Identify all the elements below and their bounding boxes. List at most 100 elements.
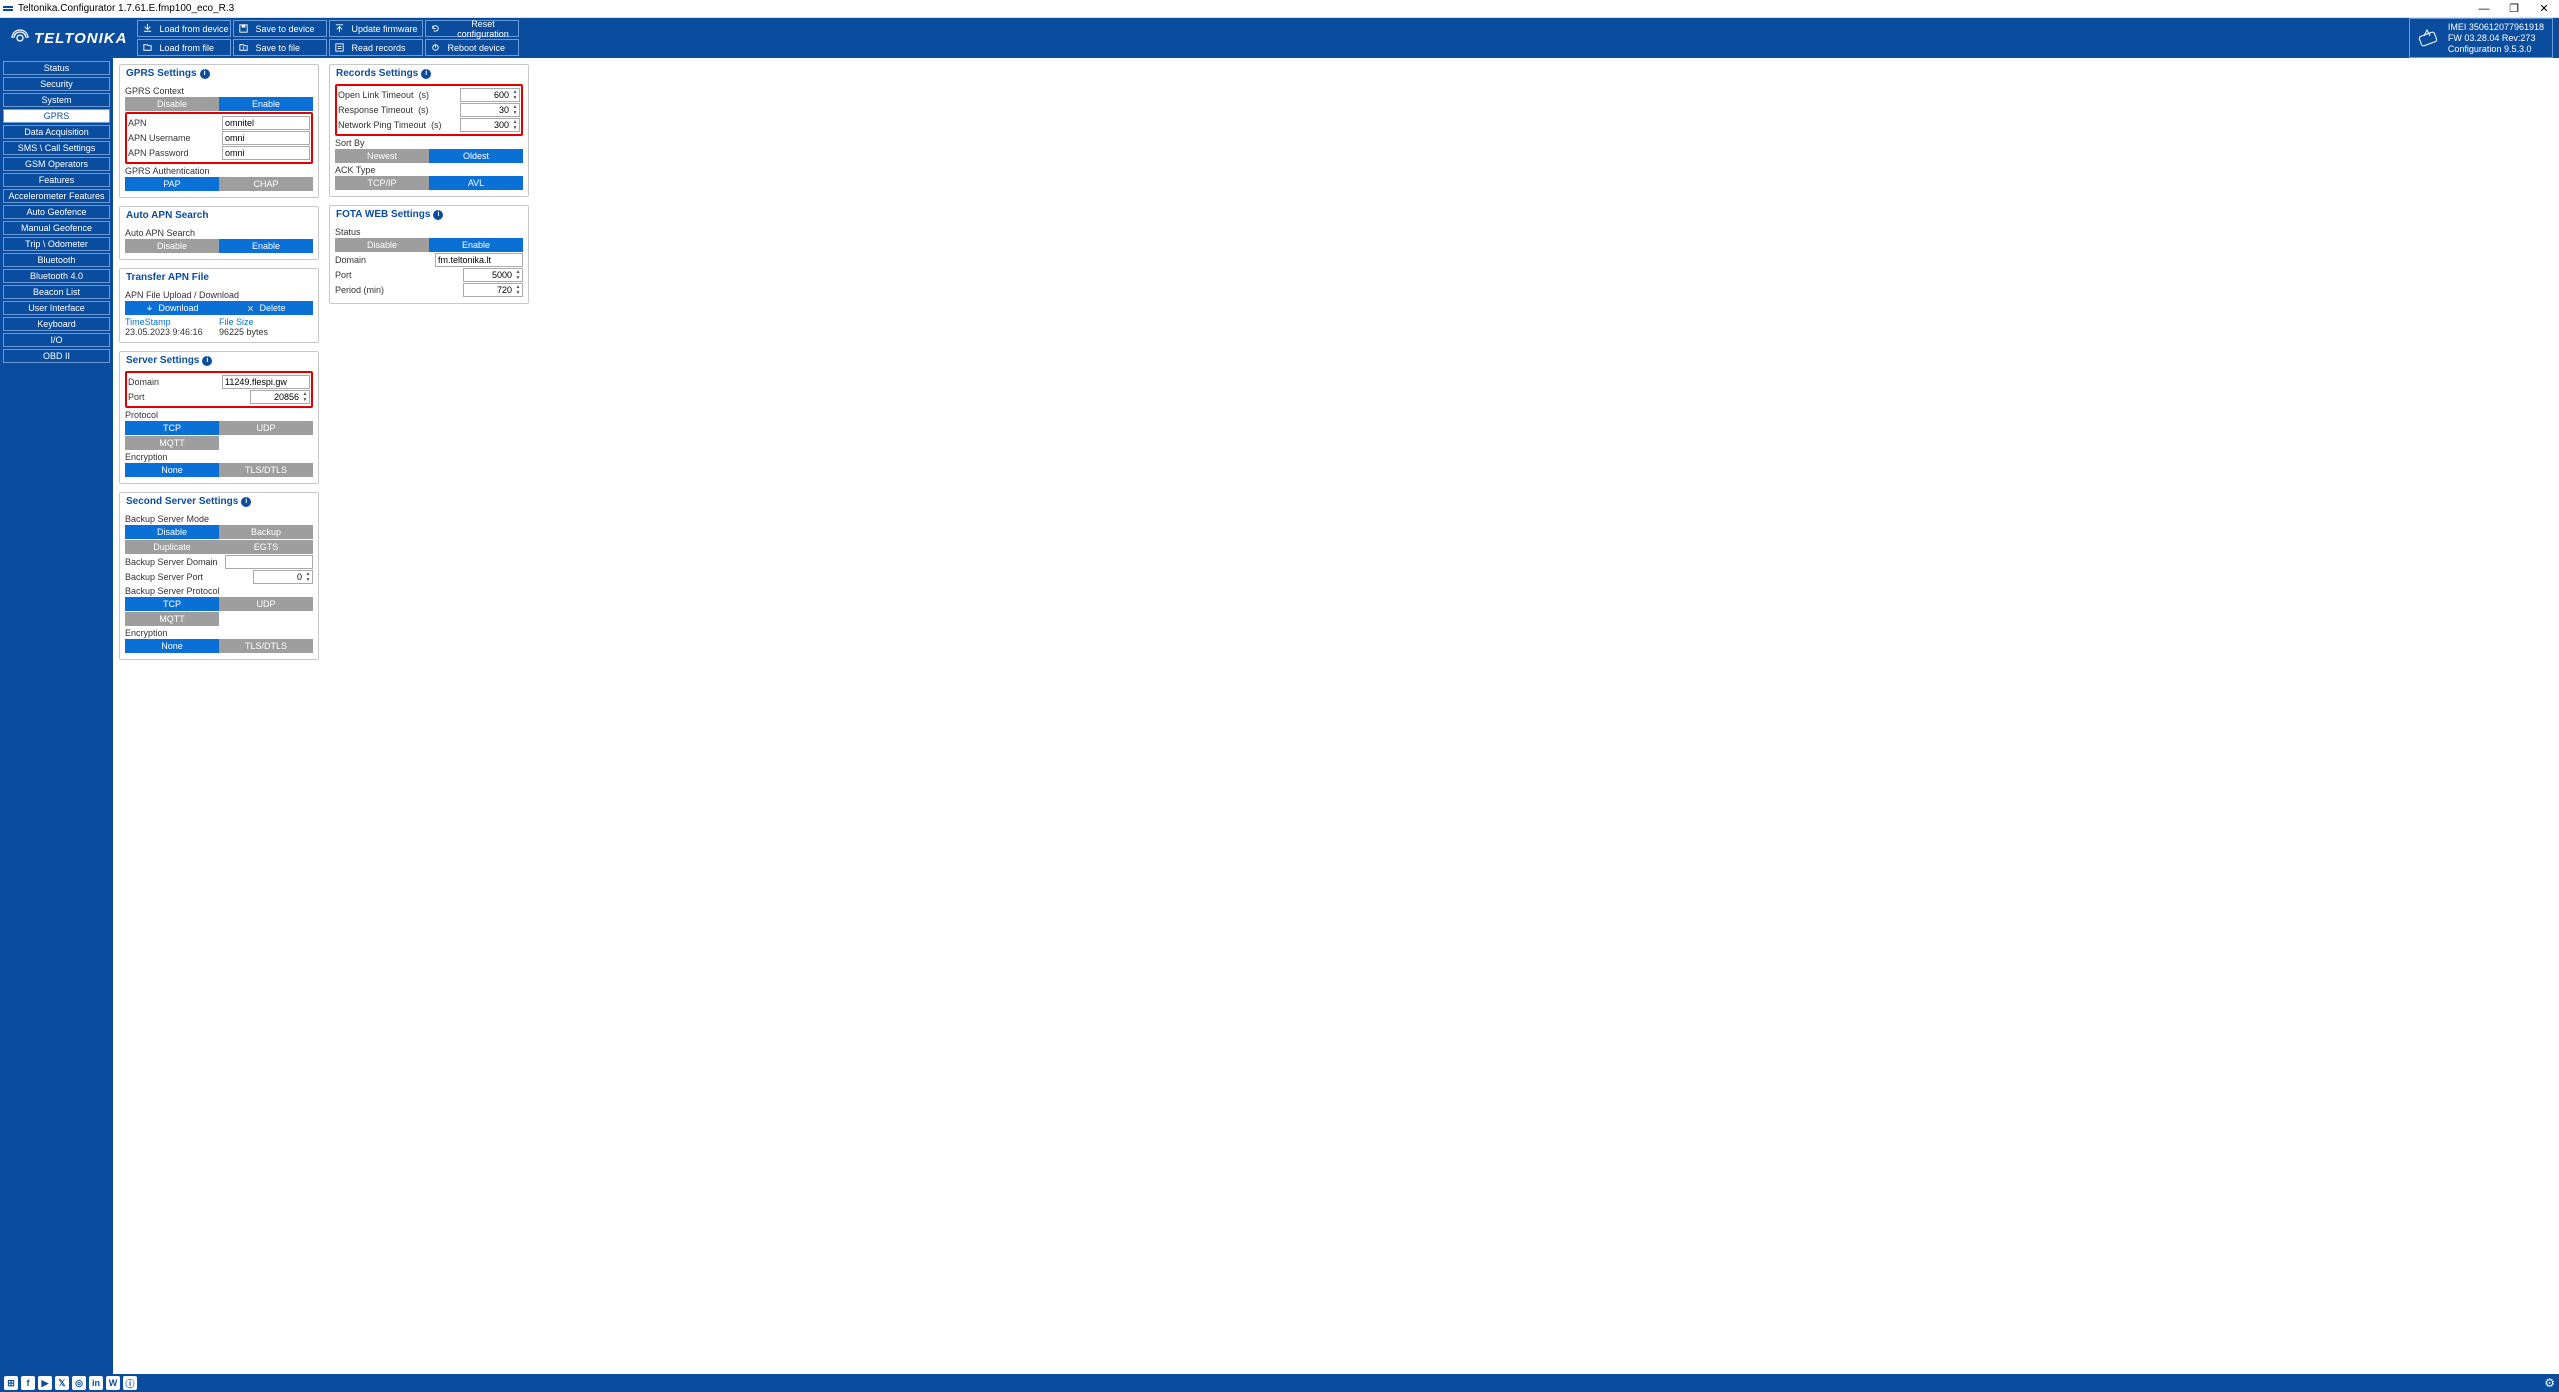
server-protocol-udp[interactable]: UDP — [219, 421, 313, 435]
social-twitter-icon[interactable]: 𝕏 — [55, 1376, 69, 1390]
sidebar-item-auto-geofence[interactable]: Auto Geofence — [3, 205, 110, 219]
read-records-button[interactable]: Read records — [329, 39, 423, 56]
spinner-down-icon[interactable]: ▼ — [511, 110, 519, 116]
sidebar-item-bluetooth-4-0[interactable]: Bluetooth 4.0 — [3, 269, 110, 283]
sidebar-item-security[interactable]: Security — [3, 77, 110, 91]
fota-enable[interactable]: Enable — [429, 238, 523, 252]
sidebar-item-status[interactable]: Status — [3, 61, 110, 75]
sidebar-item-bluetooth[interactable]: Bluetooth — [3, 253, 110, 267]
backup-protocol-udp[interactable]: UDP — [219, 597, 313, 611]
fota-domain-input[interactable] — [435, 253, 523, 267]
server-protocol-label: Protocol — [125, 410, 313, 420]
backup-domain-label: Backup Server Domain — [125, 557, 225, 567]
apn-delete-button[interactable]: Delete — [219, 301, 313, 315]
sidebar-item-obd-ii[interactable]: OBD II — [3, 349, 110, 363]
server-protocol-tcp[interactable]: TCP — [125, 421, 219, 435]
backup-protocol-tcp[interactable]: TCP — [125, 597, 219, 611]
social-grid-icon[interactable]: ⊞ — [4, 1376, 18, 1390]
sidebar-item-gprs[interactable]: GPRS — [3, 109, 110, 123]
social-info-icon[interactable]: ⓘ — [123, 1376, 137, 1390]
gprs-settings-panel: GPRS Settingsi GPRS Context Disable Enab… — [119, 64, 319, 198]
spinner-down-icon[interactable]: ▼ — [514, 275, 522, 281]
apn-username-input[interactable] — [222, 131, 310, 145]
spinner-down-icon[interactable]: ▼ — [304, 577, 312, 583]
backup-domain-input[interactable] — [225, 555, 313, 569]
backup-protocol-label: Backup Server Protocol — [125, 586, 313, 596]
auto-apn-disable[interactable]: Disable — [125, 239, 219, 253]
header-bar: TELTONIKA Load from device Save to devic… — [0, 18, 2559, 58]
gprs-settings-title: GPRS Settings — [126, 68, 197, 79]
info-icon[interactable]: i — [241, 497, 251, 507]
spinner-down-icon[interactable]: ▼ — [514, 290, 522, 296]
update-firmware-button[interactable]: Update firmware — [329, 20, 423, 37]
sidebar-item-sms-call-settings[interactable]: SMS \ Call Settings — [3, 141, 110, 155]
social-facebook-icon[interactable]: f — [21, 1376, 35, 1390]
filesize-header: File Size — [219, 317, 313, 327]
settings-gear-icon[interactable]: ⚙ — [2544, 1376, 2555, 1390]
sidebar-item-system[interactable]: System — [3, 93, 110, 107]
reboot-device-button[interactable]: Reboot device — [425, 39, 519, 56]
backup-mode-disable[interactable]: Disable — [125, 525, 219, 539]
apn-download-button[interactable]: Download — [125, 301, 219, 315]
sidebar-item-i-o[interactable]: I/O — [3, 333, 110, 347]
save-to-device-button[interactable]: Save to device — [233, 20, 327, 37]
server-enc-tls[interactable]: TLS/DTLS — [219, 463, 313, 477]
sort-newest[interactable]: Newest — [335, 149, 429, 163]
sidebar-item-user-interface[interactable]: User Interface — [3, 301, 110, 315]
load-from-device-button[interactable]: Load from device — [137, 20, 231, 37]
fota-disable[interactable]: Disable — [335, 238, 429, 252]
sort-oldest[interactable]: Oldest — [429, 149, 523, 163]
backup-enc-tls[interactable]: TLS/DTLS — [219, 639, 313, 653]
ack-type-label: ACK Type — [335, 165, 523, 175]
server-settings-title: Server Settings — [126, 355, 199, 366]
auto-apn-label: Auto APN Search — [125, 228, 313, 238]
ack-tcpip[interactable]: TCP/IP — [335, 176, 429, 190]
sidebar-item-trip-odometer[interactable]: Trip \ Odometer — [3, 237, 110, 251]
sidebar-item-keyboard[interactable]: Keyboard — [3, 317, 110, 331]
gprs-context-disable[interactable]: Disable — [125, 97, 219, 111]
maximize-button[interactable]: ❐ — [2499, 0, 2529, 18]
spinner-down-icon[interactable]: ▼ — [511, 125, 519, 131]
ack-avl[interactable]: AVL — [429, 176, 523, 190]
server-enc-none[interactable]: None — [125, 463, 219, 477]
info-icon[interactable]: i — [200, 69, 210, 79]
spinner-down-icon[interactable]: ▼ — [511, 95, 519, 101]
sidebar-item-gsm-operators[interactable]: GSM Operators — [3, 157, 110, 171]
gprs-context-enable[interactable]: Enable — [219, 97, 313, 111]
sidebar-item-beacon-list[interactable]: Beacon List — [3, 285, 110, 299]
imei-value: 350612077961918 — [2469, 22, 2544, 32]
social-youtube-icon[interactable]: ▶ — [38, 1376, 52, 1390]
backup-mode-duplicate[interactable]: Duplicate — [125, 540, 219, 554]
backup-mode-backup[interactable]: Backup — [219, 525, 313, 539]
timestamp-value: 23.05.2023 9:46:16 — [125, 327, 219, 337]
reset-configuration-button[interactable]: Reset configuration — [425, 20, 519, 37]
gprs-auth-pap[interactable]: PAP — [125, 177, 219, 191]
server-protocol-mqtt[interactable]: MQTT — [125, 436, 219, 450]
apn-input[interactable] — [222, 116, 310, 130]
backup-enc-none[interactable]: None — [125, 639, 219, 653]
info-icon[interactable]: i — [202, 356, 212, 366]
auto-apn-enable[interactable]: Enable — [219, 239, 313, 253]
social-linkedin-icon[interactable]: in — [89, 1376, 103, 1390]
sidebar-item-features[interactable]: Features — [3, 173, 110, 187]
save-to-file-button[interactable]: Save to file — [233, 39, 327, 56]
sidebar-item-data-acquisition[interactable]: Data Acquisition — [3, 125, 110, 139]
social-wiki-icon[interactable]: W — [106, 1376, 120, 1390]
sidebar-item-manual-geofence[interactable]: Manual Geofence — [3, 221, 110, 235]
backup-protocol-mqtt[interactable]: MQTT — [125, 612, 219, 626]
fota-web-panel: FOTA WEB Settingsi Status Disable Enable… — [329, 205, 529, 304]
apn-password-input[interactable] — [222, 146, 310, 160]
second-server-title: Second Server Settings — [126, 496, 238, 507]
info-icon[interactable]: i — [433, 210, 443, 220]
server-domain-input[interactable] — [222, 375, 310, 389]
backup-mode-egts[interactable]: EGTS — [219, 540, 313, 554]
info-icon[interactable]: i — [421, 69, 431, 79]
records-highlight: Open Link Timeout (s)▲▼ Response Timeout… — [335, 84, 523, 136]
close-button[interactable]: ✕ — [2529, 0, 2559, 18]
minimize-button[interactable]: — — [2469, 0, 2499, 18]
gprs-auth-chap[interactable]: CHAP — [219, 177, 313, 191]
sidebar-item-accelerometer-features[interactable]: Accelerometer Features — [3, 189, 110, 203]
spinner-down-icon[interactable]: ▼ — [301, 397, 309, 403]
load-from-file-button[interactable]: Load from file — [137, 39, 231, 56]
social-instagram-icon[interactable]: ◎ — [72, 1376, 86, 1390]
